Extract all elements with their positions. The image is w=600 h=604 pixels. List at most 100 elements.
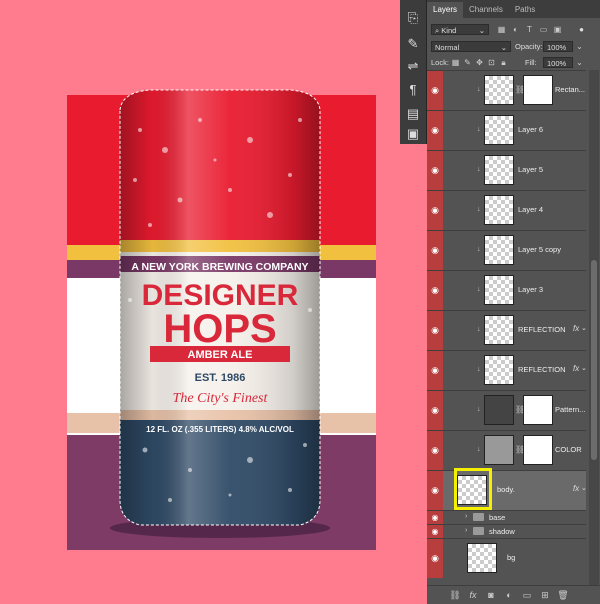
clipping-arrow-icon: ↓ (477, 166, 481, 173)
visibility-toggle[interactable]: ◉ (427, 471, 443, 510)
filter-pixel-icon[interactable]: ▦ (497, 25, 506, 34)
layer-name[interactable]: Layer 3 (518, 285, 543, 294)
visibility-toggle[interactable]: ◉ (427, 311, 443, 350)
adjust-icon[interactable]: ⇌ (405, 58, 421, 74)
beer-can-illustration: A NEW YORK BREWING COMPANY DESIGNER HOPS… (110, 89, 330, 538)
document-canvas[interactable]: A NEW YORK BREWING COMPANY DESIGNER HOPS… (0, 0, 428, 603)
chevron-down-icon[interactable]: ⌄ (581, 484, 587, 492)
fx-icon[interactable]: fx (573, 364, 579, 373)
layer-name[interactable]: Layer 6 (518, 125, 543, 134)
layer-row[interactable]: ◉ ↓ REFLECTION fx ⌄ (427, 350, 587, 390)
lock-artboard-icon[interactable]: ⊡ (487, 58, 496, 67)
layer-group-row[interactable]: ◉ › shadow (427, 524, 586, 538)
chevron-down-icon: ⌄ (478, 26, 485, 35)
new-group-icon[interactable]: ▭ (521, 589, 533, 601)
chevron-down-icon[interactable]: ⌄ (575, 58, 584, 67)
group-name[interactable]: base (489, 513, 505, 522)
new-layer-icon[interactable]: ⊞ (539, 589, 551, 601)
visibility-toggle[interactable]: ◉ (427, 539, 443, 578)
tab-channels[interactable]: Channels (463, 2, 509, 18)
expand-arrow-icon[interactable]: › (465, 527, 467, 534)
visibility-toggle[interactable]: ◉ (427, 511, 443, 524)
layer-row[interactable]: ◉ ↓ Layer 4 (427, 190, 586, 230)
visibility-toggle[interactable]: ◉ (427, 111, 443, 150)
layer-name[interactable]: REFLECTION (518, 325, 566, 334)
brush-icon[interactable]: ✎ (405, 36, 421, 52)
layer-group-row[interactable]: ◉ › base (427, 510, 586, 524)
layer-name[interactable]: body. (497, 485, 515, 494)
eye-icon: ◉ (431, 205, 439, 215)
visibility-toggle[interactable]: ◉ (427, 351, 443, 390)
fx-icon[interactable]: fx (467, 589, 479, 601)
layer-name[interactable]: Layer 4 (518, 205, 543, 214)
eye-icon: ◉ (431, 405, 439, 415)
adjustment-layer-icon[interactable]: ◐ (503, 589, 515, 601)
fill-field[interactable]: 100% (543, 57, 573, 68)
layer-row[interactable]: ◉ ↓ Layer 6 (427, 110, 586, 150)
visibility-toggle[interactable]: ◉ (427, 71, 443, 110)
fx-icon[interactable]: fx (573, 324, 579, 333)
layer-name[interactable]: Rectan... (555, 85, 585, 94)
layer-row[interactable]: ◉ ↓ ⛓︎ Pattern... (427, 390, 586, 430)
visibility-toggle[interactable]: ◉ (427, 391, 443, 430)
fx-icon[interactable]: fx (573, 484, 579, 493)
lock-transparent-icon[interactable]: ▦ (451, 58, 460, 67)
panel-tabs: Layers Channels Paths (427, 0, 600, 18)
scrollbar-thumb[interactable] (591, 260, 597, 460)
group-name[interactable]: shadow (489, 527, 515, 536)
filter-shape-icon[interactable]: ▭ (539, 25, 548, 34)
lock-all-icon[interactable]: 🔒︎ (499, 58, 508, 67)
layer-name[interactable]: Pattern... (555, 405, 585, 414)
layer-name[interactable]: COLOR (555, 445, 582, 454)
clipping-arrow-icon: ↓ (477, 406, 481, 413)
tab-paths[interactable]: Paths (509, 2, 541, 18)
visibility-toggle[interactable]: ◉ (427, 271, 443, 310)
layer-name[interactable]: Layer 5 (518, 165, 543, 174)
lock-brush-icon[interactable]: ✎ (463, 58, 472, 67)
properties-icon[interactable]: ▣ (405, 126, 421, 142)
visibility-toggle[interactable]: ◉ (427, 231, 443, 270)
layer-name[interactable]: Layer 5 copy (518, 245, 561, 254)
opacity-field[interactable]: 100% (543, 41, 573, 52)
layer-row[interactable]: ◉ ↓ ⛓︎ COLOR (427, 430, 586, 470)
chevron-down-icon[interactable]: ⌄ (581, 364, 587, 372)
layer-row[interactable]: ◉ ↓ REFLECTION fx ⌄ (427, 310, 587, 350)
chevron-down-icon[interactable]: ⌄ (581, 324, 587, 332)
filter-toggle-icon[interactable]: ● (577, 25, 586, 34)
chevron-down-icon[interactable]: ⌄ (575, 42, 584, 51)
history-icon[interactable]: ⎘ (405, 10, 421, 26)
filter-smart-icon[interactable]: ▣ (553, 25, 562, 34)
clipping-arrow-icon: ↓ (477, 246, 481, 253)
visibility-toggle[interactable]: ◉ (427, 151, 443, 190)
layer-thumbnail (484, 195, 514, 225)
expand-arrow-icon[interactable]: › (465, 513, 467, 520)
layer-row-selected[interactable]: ◉ body. fx ⌄ (427, 468, 587, 510)
lock-move-icon[interactable]: ✥ (475, 58, 484, 67)
filter-kind-select[interactable]: ⌕ Kind ⌄ (431, 24, 489, 35)
tab-layers[interactable]: Layers (427, 2, 464, 18)
layer-row[interactable]: ◉ ↓ Layer 5 (427, 150, 586, 190)
layer-name[interactable]: REFLECTION (518, 365, 566, 374)
layer-row[interactable]: ◉ ↓ Layer 3 (427, 270, 586, 310)
clipping-arrow-icon: ↓ (477, 126, 481, 133)
layers-scrollbar[interactable] (589, 70, 599, 595)
eye-icon: ◉ (431, 245, 439, 255)
paragraph-icon[interactable]: ¶ (405, 82, 421, 98)
opacity-value: 100% (547, 43, 567, 52)
library-icon[interactable]: ▤ (405, 106, 421, 122)
layer-row[interactable]: ◉ ↓ Layer 5 copy (427, 230, 586, 270)
visibility-toggle[interactable]: ◉ (427, 191, 443, 230)
link-layers-icon[interactable]: ⛓︎ (449, 589, 461, 601)
trash-icon[interactable]: 🗑︎ (557, 589, 569, 601)
eye-icon: ◉ (431, 165, 439, 175)
layer-row[interactable]: ◉ bg (427, 538, 586, 578)
layer-name[interactable]: bg (507, 553, 515, 562)
filter-type-icon[interactable]: T (525, 25, 534, 34)
blend-mode-select[interactable]: Normal ⌄ (431, 41, 511, 52)
eye-icon: ◉ (431, 485, 439, 495)
filter-adjustment-icon[interactable]: ◐ (511, 25, 520, 34)
visibility-toggle[interactable]: ◉ (427, 431, 443, 470)
add-mask-icon[interactable]: ◙ (485, 589, 497, 601)
visibility-toggle[interactable]: ◉ (427, 525, 443, 538)
layer-row[interactable]: ◉ ↓ ⛓︎ Rectan... (427, 70, 586, 110)
